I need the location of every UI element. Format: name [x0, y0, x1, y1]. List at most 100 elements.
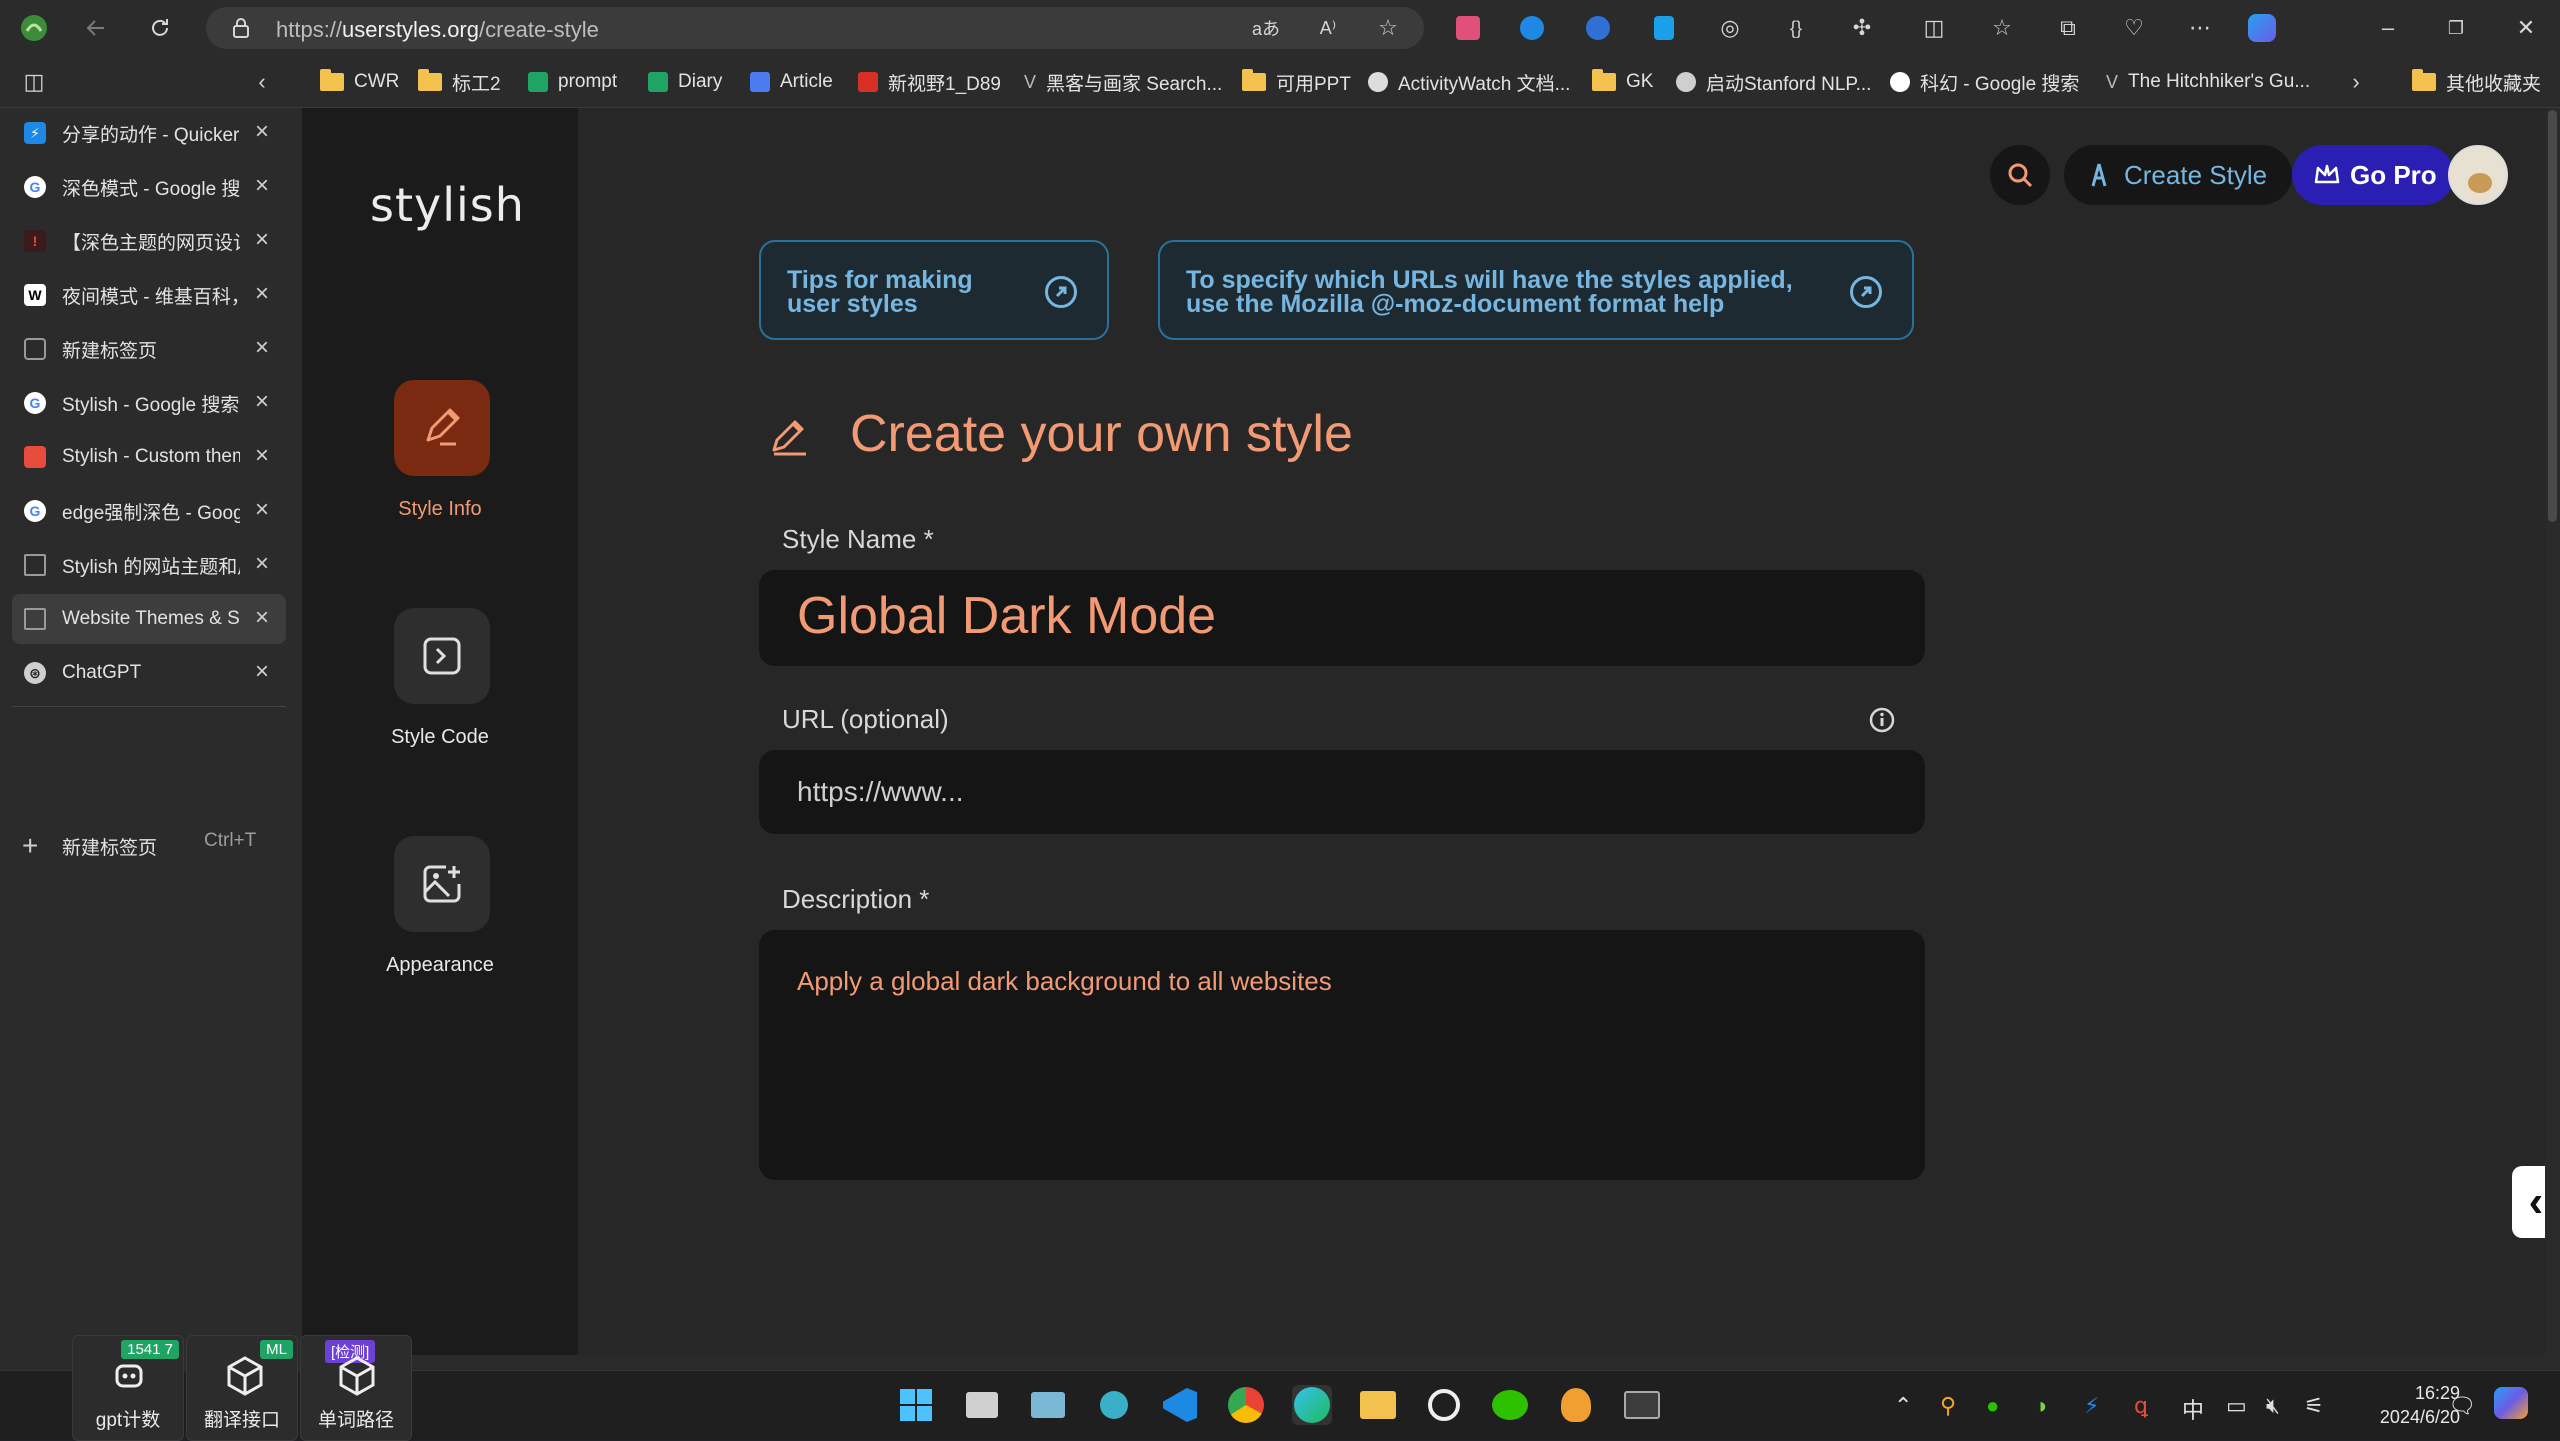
tray-search-app-icon[interactable]: ⚲ — [1940, 1393, 1956, 1419]
step-appearance-button[interactable] — [394, 836, 490, 932]
edge-icon[interactable] — [1292, 1385, 1332, 1425]
bookmark-item[interactable]: 其他收藏夹 — [2412, 68, 2541, 96]
scrollbar-thumb[interactable] — [2548, 110, 2557, 522]
user-avatar[interactable] — [2448, 145, 2508, 205]
tab-item[interactable]: ! 【深色主题的网页设计 × — [12, 216, 286, 266]
step-style-info-label[interactable]: Style Info — [302, 498, 578, 521]
bookmark-item[interactable]: GK — [1592, 68, 1653, 96]
search-button[interactable] — [1990, 145, 2050, 205]
extension-translate-icon[interactable] — [1454, 14, 1482, 42]
read-aloud-icon[interactable]: A⁾ — [1314, 14, 1342, 42]
style-name-input[interactable]: Global Dark Mode — [759, 570, 1925, 666]
extension-feed-icon[interactable] — [1584, 14, 1612, 42]
chrome-icon[interactable] — [1226, 1385, 1266, 1425]
create-style-button[interactable]: Create Style — [2064, 145, 2292, 205]
favorites-icon[interactable]: ☆ — [1988, 14, 2016, 42]
clock[interactable]: 16:29 2024/6/20 — [2352, 1381, 2460, 1429]
collections-icon[interactable]: ⧉ — [2054, 14, 2082, 42]
extension-reader-icon[interactable] — [1650, 14, 1678, 42]
extension-quicker-icon[interactable] — [1518, 14, 1546, 42]
url-input[interactable]: https://www... — [759, 750, 1925, 834]
close-tab-icon[interactable]: × — [250, 606, 274, 630]
bookmark-item[interactable]: 科幻 - Google 搜索 — [1890, 68, 2079, 96]
restore-icon[interactable]: ❐ — [2442, 14, 2470, 42]
go-pro-button[interactable]: Go Pro — [2292, 145, 2454, 205]
close-tab-icon[interactable]: × — [250, 444, 274, 468]
extensions-puzzle-icon[interactable]: ✣ — [1848, 14, 1876, 42]
chevron-right-icon[interactable]: › — [2342, 68, 2370, 96]
close-tab-icon[interactable]: × — [250, 282, 274, 306]
tray-green-app-icon[interactable]: ◑ — [2034, 1393, 2047, 1419]
bookmark-item[interactable]: Diary — [648, 68, 722, 96]
favorite-star-icon[interactable]: ☆ — [1374, 14, 1402, 42]
widget-gpt-counter[interactable]: 1541 7 gpt计数 — [72, 1335, 184, 1441]
widget-word-path[interactable]: [检测] 单词路径 — [300, 1335, 412, 1441]
close-tab-icon[interactable]: × — [250, 336, 274, 360]
close-window-icon[interactable]: ✕ — [2512, 14, 2540, 42]
bookmark-item[interactable]: prompt — [528, 68, 617, 96]
moz-document-help-card[interactable]: To specify which URLs will have the styl… — [1158, 240, 1914, 340]
tray-overflow-icon[interactable]: ⌃ — [1894, 1393, 1912, 1419]
bookmark-item[interactable]: 可用PPT — [1242, 68, 1351, 96]
edge-profile-icon[interactable] — [18, 12, 50, 44]
terminal-icon[interactable] — [1622, 1385, 1662, 1425]
url-text[interactable]: https://userstyles.org/create-style — [276, 17, 599, 43]
clock-app-icon[interactable] — [1424, 1385, 1464, 1425]
browser-essentials-icon[interactable]: ♡ — [2120, 14, 2148, 42]
step-style-code-button[interactable] — [394, 608, 490, 704]
bookmark-item[interactable]: 标工2 — [418, 68, 501, 96]
bookmark-item[interactable]: Article — [750, 68, 833, 96]
bookmark-item[interactable]: V The Hitchhiker's Gu... — [2106, 68, 2310, 96]
widget-translate-api[interactable]: ML 翻译接口 — [186, 1335, 298, 1441]
new-tab-button[interactable]: + 新建标签页 Ctrl+T — [22, 830, 256, 862]
tray-wechat-icon[interactable]: ● — [1986, 1393, 1999, 1419]
step-style-info-button[interactable] — [394, 380, 490, 476]
tab-item[interactable]: Stylish - Custom theme × — [12, 432, 286, 482]
wechat-icon[interactable] — [1490, 1385, 1530, 1425]
task-view-icon[interactable] — [962, 1385, 1002, 1425]
tab-item[interactable]: Gedge强制深色 - Google × — [12, 486, 286, 536]
bookmark-item[interactable]: 启动Stanford NLP... — [1676, 68, 1871, 96]
tab-item[interactable]: G 深色模式 - Google 搜索 × — [12, 162, 286, 212]
extension-glasses-icon[interactable]: ◎ — [1716, 14, 1744, 42]
more-options-icon[interactable]: ⋯ — [2186, 14, 2214, 42]
close-tab-icon[interactable]: × — [250, 390, 274, 414]
tips-card[interactable]: Tips for making user styles — [759, 240, 1109, 340]
tab-item[interactable]: ⊛ ChatGPT × — [12, 648, 286, 698]
file-explorer-icon[interactable] — [1358, 1385, 1398, 1425]
close-tab-icon[interactable]: × — [250, 228, 274, 252]
tab-item[interactable]: Stylish 的网站主题和皮 × — [12, 540, 286, 590]
tab-item[interactable]: ⚡ 分享的动作 - Quicker × — [12, 108, 286, 158]
bookmark-item[interactable]: CWR — [320, 68, 399, 96]
horizontal-scrollbar[interactable] — [302, 1355, 2545, 1370]
tab-item[interactable]: G Stylish - Google 搜索 × — [12, 378, 286, 428]
bookmark-item[interactable]: 新视野1_D89 — [858, 68, 1001, 96]
stylish-logo[interactable]: stylish — [370, 178, 525, 232]
start-icon[interactable] — [896, 1385, 936, 1425]
description-textarea[interactable]: Apply a global dark background to all we… — [759, 930, 1925, 1180]
bookmark-item[interactable]: ActivityWatch 文档... — [1368, 68, 1570, 96]
step-style-code-label[interactable]: Style Code — [302, 726, 578, 749]
info-icon[interactable] — [1868, 706, 1896, 734]
translate-icon[interactable]: aあ — [1252, 14, 1280, 42]
tray-red-app-icon[interactable]: ꝗ — [2134, 1393, 2148, 1419]
acorn-app-icon[interactable] — [1556, 1385, 1596, 1425]
close-tab-icon[interactable]: × — [250, 174, 274, 198]
back-icon[interactable] — [82, 14, 110, 42]
network-icon[interactable]: ▭ — [2226, 1393, 2247, 1419]
battery-icon[interactable]: ⚟ — [2304, 1393, 2324, 1419]
vscode-icon[interactable] — [1160, 1385, 1200, 1425]
ime-indicator[interactable]: 中 — [2182, 1393, 2204, 1425]
lock-icon[interactable] — [230, 17, 252, 39]
step-appearance-label[interactable]: Appearance — [302, 954, 578, 977]
close-tab-icon[interactable]: × — [250, 660, 274, 684]
widgets-app-icon[interactable] — [1028, 1385, 1068, 1425]
close-tab-icon[interactable]: × — [250, 120, 274, 144]
paw-app-icon[interactable] — [1094, 1385, 1134, 1425]
split-screen-icon[interactable]: ◫ — [1920, 14, 1948, 42]
extension-braces-icon[interactable]: {} — [1782, 14, 1810, 42]
vertical-scrollbar[interactable] — [2545, 108, 2560, 1370]
refresh-icon[interactable] — [146, 14, 174, 42]
notifications-icon[interactable]: 🗨︎ — [2448, 1393, 2476, 1419]
copilot-icon[interactable] — [2248, 14, 2276, 42]
